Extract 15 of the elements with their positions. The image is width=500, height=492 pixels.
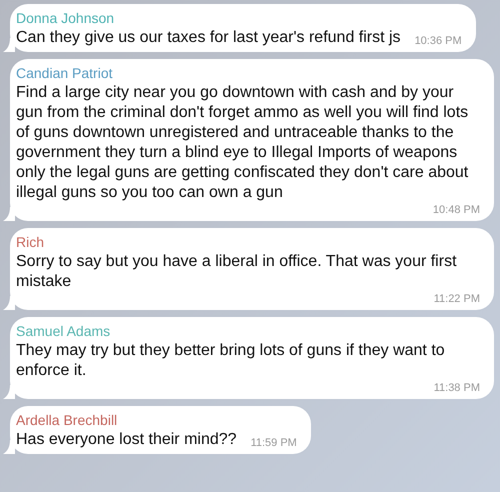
sender-name: Ardella Brechbill <box>16 411 118 430</box>
message-time: 11:38 PM <box>432 381 480 395</box>
message-text: They may try but they better bring lots of guns if they want to enforce it. <box>16 341 446 381</box>
sender-name: Rich <box>16 233 44 252</box>
message-text: Can they give us our taxes for last year's refund first js <box>16 28 401 48</box>
message-time: 10:36 PM <box>414 34 462 48</box>
message-text: Find a large city near you go downtown with cash and by your gun from the criminal don't forget ammo as well you will find lots of guns downtown unregistered and untraceable thanks to the government they turn a blind eye to Illegal Imports of weapons only the legal guns are getting confiscated they don't care about illegal guns so you too can own a gun <box>16 83 470 203</box>
sender-name: Samuel Adams <box>16 322 110 341</box>
sender-name: Donna Johnson <box>16 9 114 28</box>
message-text: Sorry to say but you have a liberal in office. That was your first mistake <box>16 252 458 292</box>
message-time: 10:48 PM <box>432 203 480 217</box>
sender-name: Candian Patriot <box>16 64 113 83</box>
message-time: 11:22 PM <box>432 292 480 306</box>
message-time: 11:59 PM <box>250 436 297 450</box>
message-text: Has everyone lost their mind?? <box>16 430 237 450</box>
